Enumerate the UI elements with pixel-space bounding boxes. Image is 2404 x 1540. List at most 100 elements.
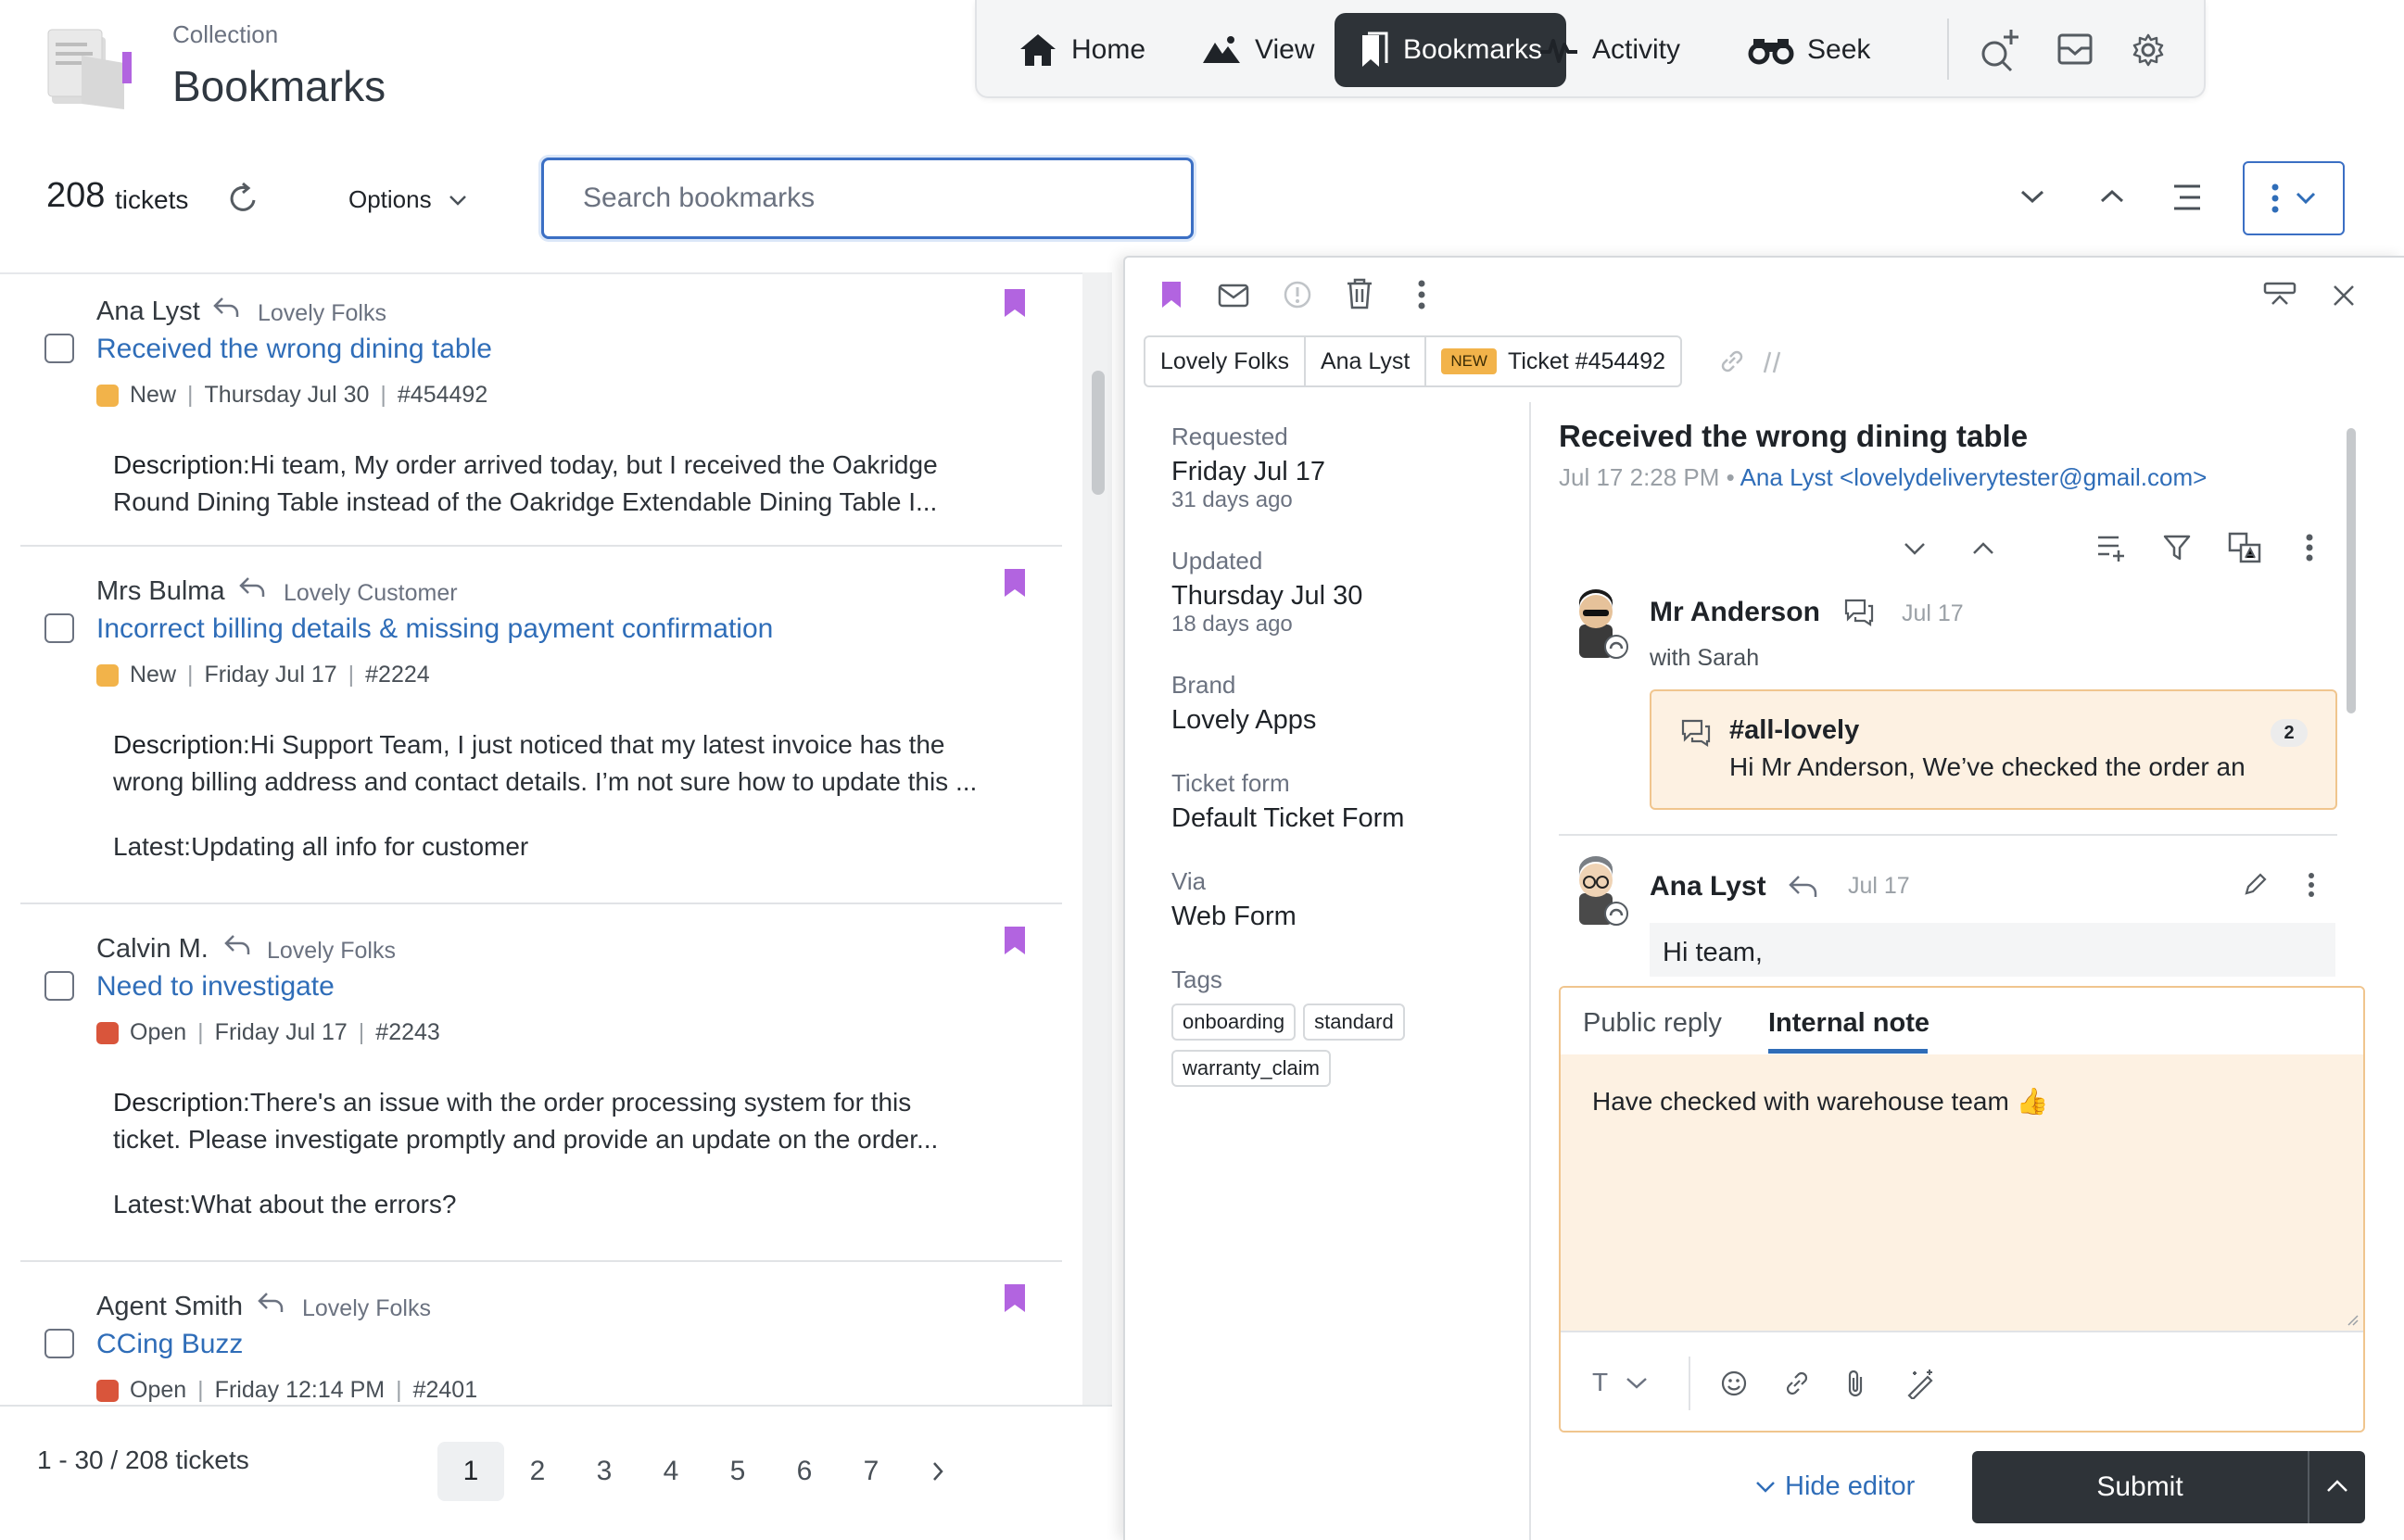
status-badge: NEW (1441, 348, 1497, 374)
ticket-item[interactable]: Ana Lyst Lovely Folks Received the wrong… (20, 274, 1062, 547)
top-navigation: Home View Bookmarks Activity Seek (975, 0, 2206, 98)
ticket-description: Description:Hi Support Team, I just noti… (113, 726, 1049, 801)
breadcrumb-org[interactable]: Lovely Folks (1145, 337, 1306, 385)
mail-icon[interactable] (1218, 284, 1249, 308)
next-ticket-icon[interactable] (2020, 189, 2044, 204)
ticket-checkbox[interactable] (44, 1329, 74, 1358)
brand-value: Lovely Apps (1171, 705, 1317, 735)
ticket-item[interactable]: Calvin M. Lovely Folks Need to investiga… (20, 912, 1062, 1262)
search-plus-icon[interactable] (1978, 28, 2020, 72)
editor-text[interactable]: Have checked with warehouse team 👍 (1592, 1086, 2048, 1117)
page-button[interactable]: 7 (838, 1442, 905, 1501)
chevron-up-icon[interactable] (1972, 541, 1994, 556)
message-author: Ana Lyst (1650, 871, 1766, 902)
slash-icon[interactable] (1763, 350, 1783, 374)
ticket-title[interactable]: Need to investigate (96, 971, 335, 1003)
requester-email-link[interactable]: Ana Lyst <lovelydeliverytester@gmail.com… (1740, 463, 2208, 491)
conversation-scrollbar-thumb[interactable] (2347, 428, 2356, 713)
tag[interactable]: onboarding (1171, 1004, 1297, 1041)
tab-internal-note[interactable]: Internal note (1768, 1008, 1930, 1039)
prev-ticket-icon[interactable] (2100, 189, 2124, 204)
ticket-checkbox[interactable] (44, 334, 74, 363)
editor-toolbar: T (1561, 1331, 2363, 1431)
attachment-icon[interactable] (1844, 1368, 1866, 1399)
side-conversation-count: 2 (2271, 719, 2308, 747)
chevron-up-icon[interactable] (2326, 1479, 2348, 1494)
ticket-checkbox[interactable] (44, 971, 74, 1001)
page-button[interactable]: 2 (504, 1442, 571, 1501)
ticket-author: Agent Smith (96, 1292, 243, 1321)
nav-activity[interactable]: Activity (1514, 13, 1704, 87)
options-label: Options (348, 185, 432, 213)
inbox-icon[interactable] (2057, 33, 2093, 65)
reply-icon (1789, 876, 1817, 897)
edit-icon[interactable] (2243, 871, 2269, 897)
tab-public-reply[interactable]: Public reply (1583, 1008, 1722, 1039)
breadcrumb-ticket[interactable]: NEW Ticket #454492 (1426, 337, 1680, 385)
nav-activity-label: Activity (1592, 34, 1681, 65)
nav-view[interactable]: View (1177, 13, 1338, 87)
description-line: wrong billing address and contact detail… (113, 767, 978, 796)
magic-wand-icon[interactable] (1905, 1368, 1937, 1399)
breadcrumb-requester[interactable]: Ana Lyst (1306, 337, 1427, 385)
filter-icon[interactable] (2163, 534, 2191, 562)
ticket-author: Ana Lyst (96, 297, 200, 326)
bookmark-icon[interactable] (1160, 280, 1183, 309)
refresh-icon[interactable] (228, 182, 259, 215)
side-conversation-icon (1844, 599, 1874, 627)
list-scrollbar-thumb[interactable] (1092, 371, 1105, 495)
chevron-down-icon[interactable] (1904, 541, 1926, 556)
ticket-group: Lovely Folks (258, 300, 386, 326)
spam-icon[interactable] (1283, 280, 1312, 309)
search-input[interactable] (541, 158, 1194, 239)
bookmark-icon[interactable] (1003, 287, 1027, 319)
form-label: Ticket form (1171, 769, 1290, 797)
tag[interactable]: standard (1303, 1004, 1405, 1041)
link-icon[interactable] (1783, 1370, 1811, 1397)
ticket-checkbox[interactable] (44, 613, 74, 643)
ticket-status: New (130, 382, 177, 408)
close-icon[interactable] (2332, 284, 2356, 308)
ticket-item[interactable]: Mrs Bulma Lovely Customer Incorrect bill… (20, 554, 1062, 904)
kebab-icon (2271, 183, 2279, 213)
page-button[interactable]: 5 (704, 1442, 771, 1501)
ticket-title[interactable]: Incorrect billing details & missing paym… (96, 613, 773, 645)
kebab-icon[interactable] (1418, 280, 1425, 309)
gear-icon[interactable] (2132, 33, 2165, 67)
activity-icon (1540, 39, 1577, 63)
options-dropdown[interactable]: Options (348, 185, 467, 214)
emoji-icon[interactable] (1720, 1370, 1748, 1397)
next-page-button[interactable] (905, 1442, 971, 1501)
bookmark-icon[interactable] (1003, 1282, 1027, 1314)
ticket-author: Calvin M. (96, 934, 209, 964)
page-button[interactable]: 4 (638, 1442, 704, 1501)
ticket-item[interactable]: Agent Smith Lovely Folks CCing Buzz Open… (20, 1269, 1062, 1405)
tag[interactable]: warranty_claim (1171, 1050, 1331, 1087)
bookmark-icon[interactable] (1003, 925, 1027, 956)
translate-icon[interactable] (2228, 532, 2261, 563)
more-actions-button[interactable] (2243, 161, 2345, 235)
page-button[interactable]: 1 (437, 1442, 504, 1501)
nav-home[interactable]: Home (993, 13, 1170, 87)
list-add-icon[interactable] (2096, 534, 2126, 562)
dock-icon[interactable] (2263, 282, 2296, 308)
page-button[interactable]: 3 (571, 1442, 638, 1501)
link-icon[interactable] (1718, 348, 1746, 374)
description-line: ticket. Please investigate promptly and … (113, 1125, 939, 1154)
density-icon[interactable] (2172, 183, 2202, 211)
kebab-icon[interactable] (2308, 873, 2315, 897)
chevron-down-icon[interactable] (1626, 1377, 1648, 1390)
ticket-title[interactable]: Received the wrong dining table (96, 334, 492, 365)
trash-icon[interactable] (1346, 278, 1373, 309)
nav-seek[interactable]: Seek (1724, 13, 1894, 87)
bookmark-icon[interactable] (1003, 567, 1027, 599)
resize-handle-icon[interactable] (2345, 1312, 2360, 1327)
hide-editor-link[interactable]: Hide editor (1755, 1471, 1915, 1502)
kebab-icon[interactable] (2306, 534, 2313, 562)
text-format-label[interactable]: T (1592, 1368, 1608, 1397)
ticket-title[interactable]: CCing Buzz (96, 1329, 243, 1360)
submit-button[interactable]: Submit (1972, 1451, 2365, 1523)
side-conversation-icon (1681, 719, 1711, 748)
side-conversation-card[interactable]: #all-lovely 2 Hi Mr Anderson, We’ve chec… (1650, 689, 2337, 810)
page-button[interactable]: 6 (771, 1442, 838, 1501)
